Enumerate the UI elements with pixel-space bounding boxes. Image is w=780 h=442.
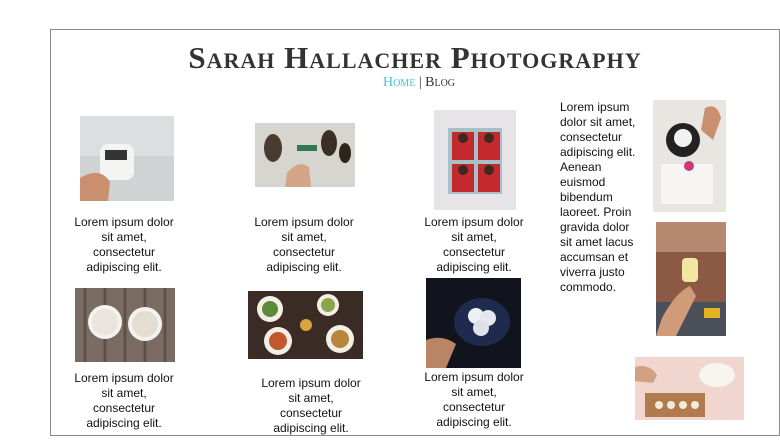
photo-dark-bowl[interactable] [426,278,521,368]
photo-cupcake[interactable] [653,100,726,212]
caption-2: Lorem ipsum dolor sit amet, consectetur … [254,215,354,274]
site-title: Sarah Hallacher Photography [188,40,642,75]
caption-6: Lorem ipsum dolor sit amet, consectetur … [424,370,524,429]
caption-4: Lorem ipsum dolor sit amet, consectetur … [74,371,174,430]
photo-hand-holding-cup[interactable] [80,116,174,201]
nav-separator: | [418,75,422,90]
nav-home-link[interactable]: Home [383,75,415,90]
caption-1: Lorem ipsum dolor sit amet, consectetur … [74,215,174,274]
nav-blog-link[interactable]: Blog [425,75,455,90]
main-nav: Home | Blog [0,75,780,91]
photo-pastry-board[interactable] [635,357,744,420]
photo-pine-cones[interactable] [255,123,355,187]
side-text: Lorem ipsum dolor sit amet, consectetur … [560,100,636,294]
photo-food-table[interactable] [248,291,363,359]
photo-two-cups[interactable] [75,288,175,362]
photo-portrait-prints[interactable] [434,110,516,210]
caption-5: Lorem ipsum dolor sit amet, consectetur … [261,376,361,435]
caption-3: Lorem ipsum dolor sit amet, consectetur … [424,215,524,274]
photo-city-street[interactable] [656,222,726,336]
